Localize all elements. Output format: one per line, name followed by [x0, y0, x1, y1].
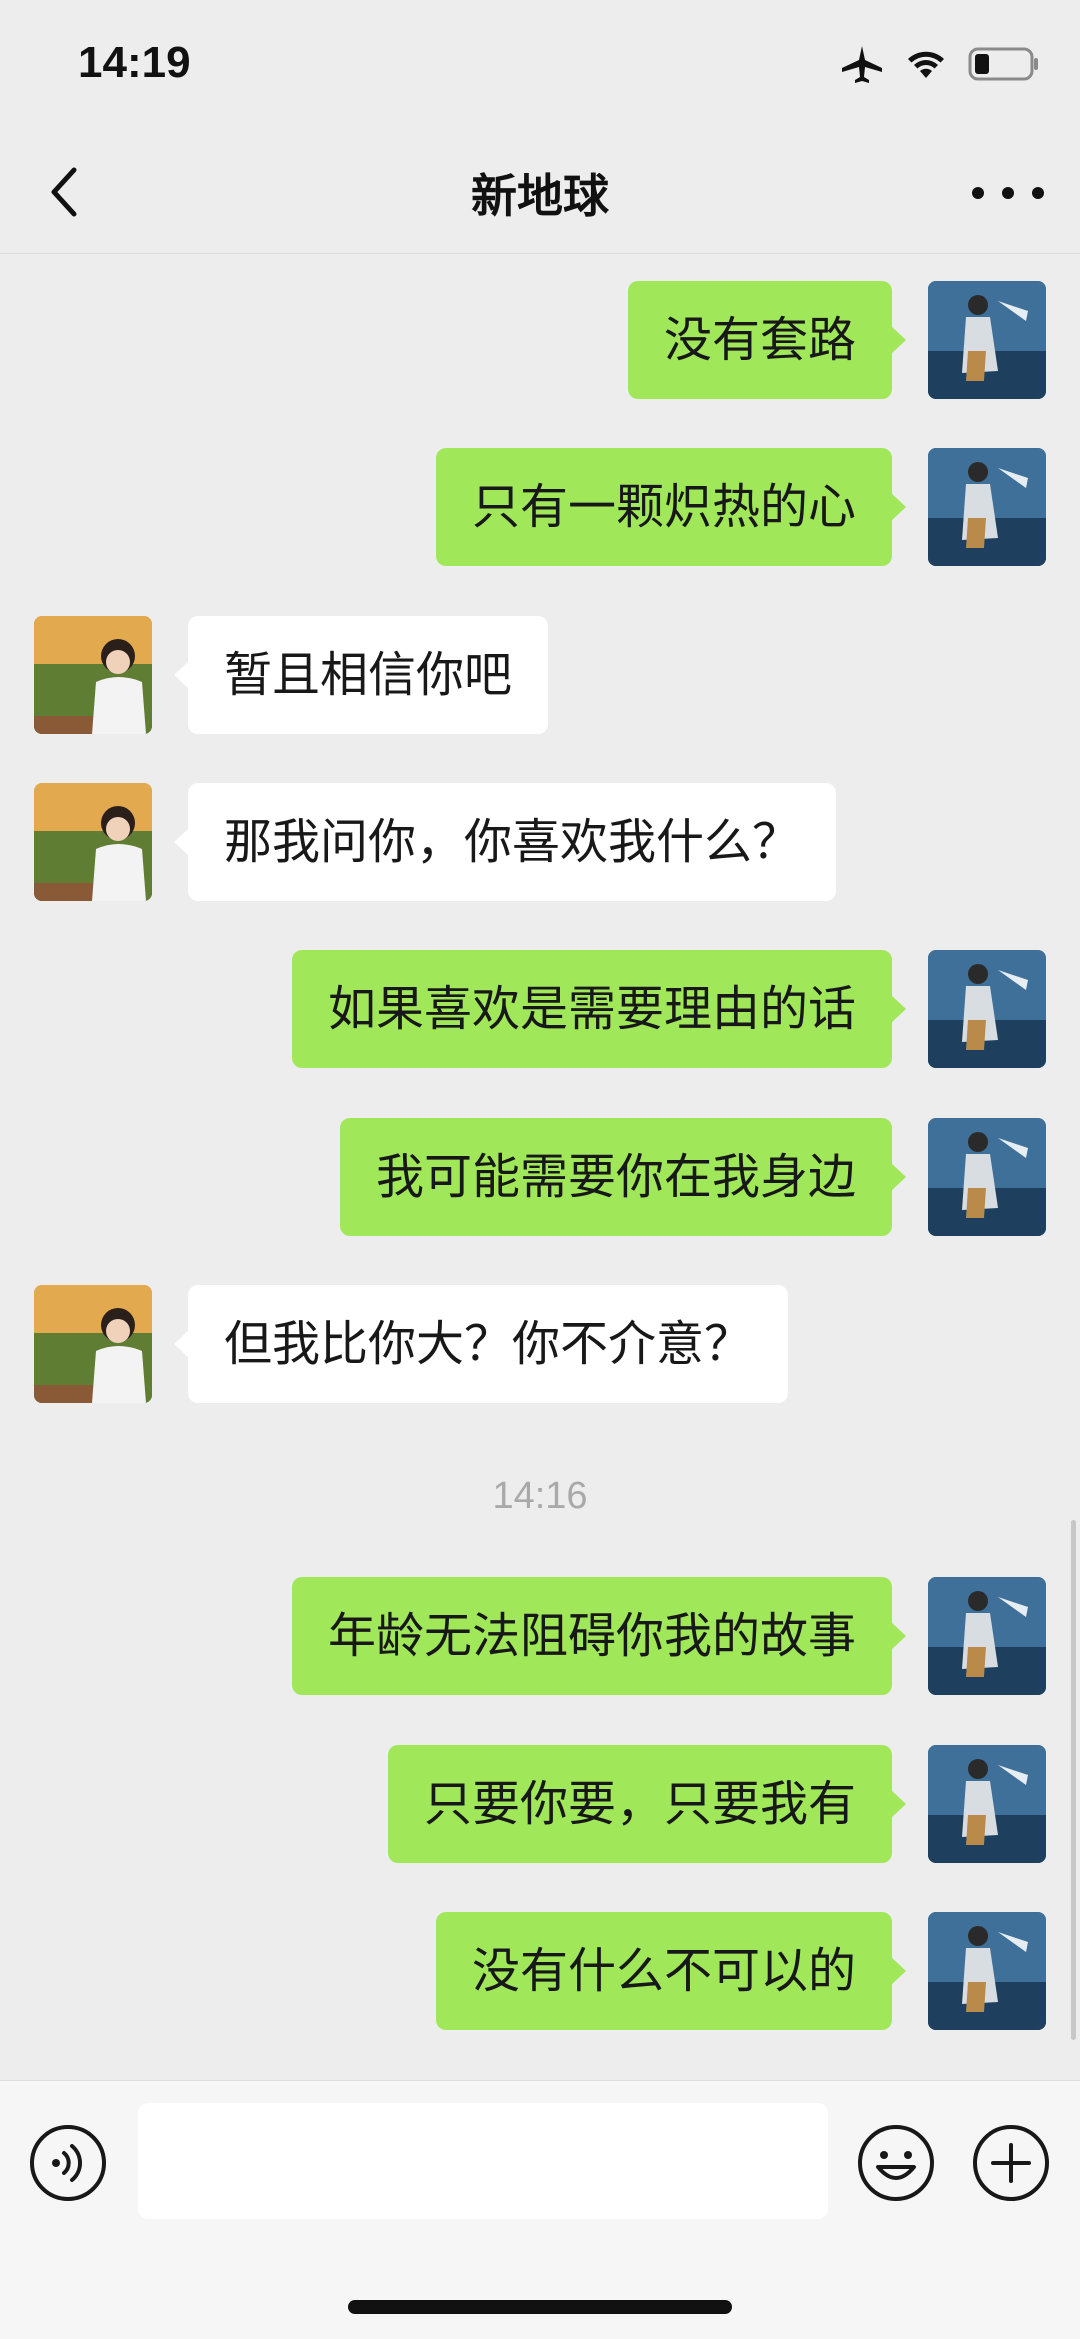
avatar-me[interactable] — [928, 1745, 1046, 1863]
message-bubble[interactable]: 暂且相信你吧 — [173, 616, 549, 734]
avatar-me[interactable] — [928, 1577, 1046, 1695]
message-bubble[interactable]: 我可能需要你在我身边 — [339, 1118, 907, 1236]
message-row: 年龄无法阻碍你我的故事 — [0, 1577, 1080, 1695]
status-time: 14:19 — [78, 38, 191, 87]
avatar-me[interactable] — [928, 1912, 1046, 2030]
message-row: 没有套路 — [0, 281, 1080, 399]
emoji-icon — [858, 2125, 934, 2201]
message-row: 我可能需要你在我身边 — [0, 1118, 1080, 1236]
avatar-me[interactable] — [928, 448, 1046, 566]
message-row: 暂且相信你吧 — [0, 616, 1080, 734]
more-dots-icon — [972, 187, 984, 199]
avatar-contact[interactable] — [34, 616, 152, 734]
plus-button[interactable] — [971, 2123, 1051, 2203]
message-row: 只要你要，只要我有 — [0, 1745, 1080, 1863]
message-input[interactable] — [138, 2103, 828, 2219]
message-row: 只有一颗炽热的心 — [0, 448, 1080, 566]
battery-icon — [968, 47, 1038, 81]
message-bubble[interactable]: 但我比你大？你不介意？ — [173, 1285, 789, 1403]
message-bubble[interactable]: 那我问你，你喜欢我什么？ — [173, 783, 837, 901]
timestamp-label: 14:16 — [492, 1475, 588, 1517]
plus-icon — [973, 2125, 1049, 2201]
emoji-button[interactable] — [856, 2123, 936, 2203]
chat-area[interactable]: 没有套路 只有一颗炽热的心 暂且相信你吧 那我问你，你喜欢我什么？ 如果喜欢是需… — [0, 255, 1080, 2080]
avatar-me[interactable] — [928, 281, 1046, 399]
status-icons — [840, 44, 1040, 84]
message-bubble[interactable]: 没有套路 — [627, 281, 907, 399]
status-bar: 14:19 — [0, 0, 1080, 130]
avatar-contact[interactable] — [34, 1285, 152, 1403]
nav-bar: 新地球 — [0, 130, 1080, 254]
voice-button[interactable] — [28, 2123, 108, 2203]
avatar-contact[interactable] — [34, 783, 152, 901]
avatar-me[interactable] — [928, 950, 1046, 1068]
message-bubble[interactable]: 只有一颗炽热的心 — [435, 448, 907, 566]
airplane-icon — [842, 46, 882, 83]
wifi-icon — [908, 51, 944, 78]
home-indicator[interactable] — [348, 2300, 732, 2314]
message-bubble[interactable]: 只要你要，只要我有 — [387, 1745, 907, 1863]
message-row: 没有什么不可以的 — [0, 1912, 1080, 2030]
message-row: 如果喜欢是需要理由的话 — [0, 950, 1080, 1068]
message-bubble[interactable]: 年龄无法阻碍你我的故事 — [291, 1577, 907, 1695]
message-bubble[interactable]: 如果喜欢是需要理由的话 — [291, 950, 907, 1068]
message-row: 那我问你，你喜欢我什么？ — [0, 783, 1080, 901]
voice-icon — [30, 2125, 106, 2201]
scrollbar[interactable] — [1071, 1520, 1076, 2040]
message-row: 但我比你大？你不介意？ — [0, 1285, 1080, 1403]
more-button[interactable] — [972, 168, 1044, 218]
avatar-me[interactable] — [928, 1118, 1046, 1236]
chat-title: 新地球 — [471, 169, 609, 223]
message-bubble[interactable]: 没有什么不可以的 — [435, 1912, 907, 2030]
